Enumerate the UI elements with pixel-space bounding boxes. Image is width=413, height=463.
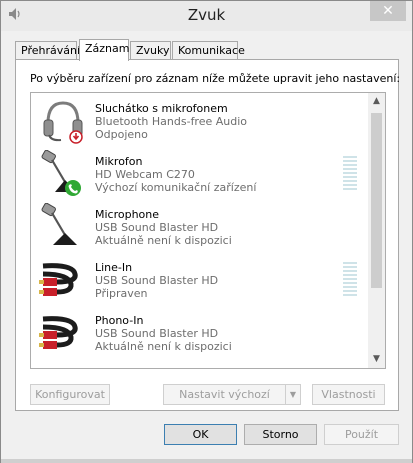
instruction-text: Po výběru zařízení pro záznam níže můžet… — [30, 72, 401, 85]
ok-button[interactable]: OK — [164, 424, 237, 445]
device-name: Line-In — [95, 261, 133, 274]
device-driver: HD Webcam C270 — [95, 168, 195, 181]
level-meter — [343, 156, 357, 192]
device-list[interactable]: Sluchátko s mikrofonem Bluetooth Hands-f… — [30, 92, 386, 369]
device-status: Aktuálně není k dispozici — [95, 234, 232, 247]
rca-cable-icon — [39, 256, 87, 304]
device-item-phono-in[interactable]: Phono-In USB Sound Blaster HD Aktuálně n… — [31, 305, 369, 358]
microphone-icon — [39, 202, 87, 251]
tab-sounds[interactable]: Zvuky — [130, 41, 171, 60]
scrollbar-thumb[interactable] — [371, 113, 382, 288]
tab-communications[interactable]: Komunikace — [172, 41, 245, 60]
sound-dialog: Zvuk ✕ Přehrávání Záznam Zvuky Komunikac… — [0, 0, 413, 463]
device-name: Mikrofon — [95, 155, 143, 168]
properties-button[interactable]: Vlastnosti — [312, 384, 385, 405]
close-button[interactable]: ✕ — [370, 1, 406, 21]
vertical-scrollbar[interactable]: ▲ ▼ — [368, 93, 385, 368]
device-status: Aktuálně není k dispozici — [95, 340, 232, 353]
device-driver: USB Sound Blaster HD — [95, 221, 219, 234]
device-item-webcam-mic[interactable]: Mikrofon HD Webcam C270 Výchozí komunika… — [31, 146, 369, 199]
scroll-up-icon[interactable]: ▲ — [368, 93, 385, 110]
device-item-usb-mic[interactable]: Microphone USB Sound Blaster HD Aktuálně… — [31, 199, 369, 252]
cancel-button[interactable]: Storno — [244, 424, 317, 445]
device-status: Odpojeno — [95, 128, 148, 141]
device-driver: USB Sound Blaster HD — [95, 327, 219, 340]
set-default-button[interactable]: Nastavit výchozí — [163, 384, 286, 405]
window-title: Zvuk — [187, 6, 226, 24]
close-icon: ✕ — [382, 3, 394, 19]
recording-panel: Po výběru zařízení pro záznam níže můžet… — [15, 59, 401, 411]
device-driver: USB Sound Blaster HD — [95, 274, 219, 287]
device-item-headset[interactable]: Sluchátko s mikrofonem Bluetooth Hands-f… — [31, 93, 369, 146]
scroll-down-icon[interactable]: ▼ — [368, 351, 385, 368]
device-name: Sluchátko s mikrofonem — [95, 102, 228, 115]
default-communication-badge — [65, 180, 81, 196]
tab-recording[interactable]: Záznam — [79, 39, 129, 61]
device-status: Výchozí komunikační zařízení — [95, 181, 257, 194]
device-item-line-in[interactable]: Line-In USB Sound Blaster HD Připraven — [31, 252, 369, 305]
device-status: Připraven — [95, 287, 148, 300]
microphone-icon — [39, 149, 87, 198]
tab-playback[interactable]: Přehrávání — [15, 41, 80, 60]
title-bar: Zvuk ✕ — [1, 1, 412, 31]
device-driver: Bluetooth Hands-free Audio — [95, 115, 248, 128]
headset-icon — [39, 97, 87, 145]
device-name: Phono-In — [95, 314, 144, 327]
chevron-down-icon[interactable]: ▼ — [285, 384, 301, 405]
window-bottom-edge — [1, 459, 412, 463]
level-meter — [343, 262, 357, 298]
configure-button[interactable]: Konfigurovat — [30, 384, 110, 405]
rca-cable-icon — [39, 309, 87, 357]
device-name: Microphone — [95, 208, 160, 221]
apply-button[interactable]: Použít — [324, 424, 399, 445]
